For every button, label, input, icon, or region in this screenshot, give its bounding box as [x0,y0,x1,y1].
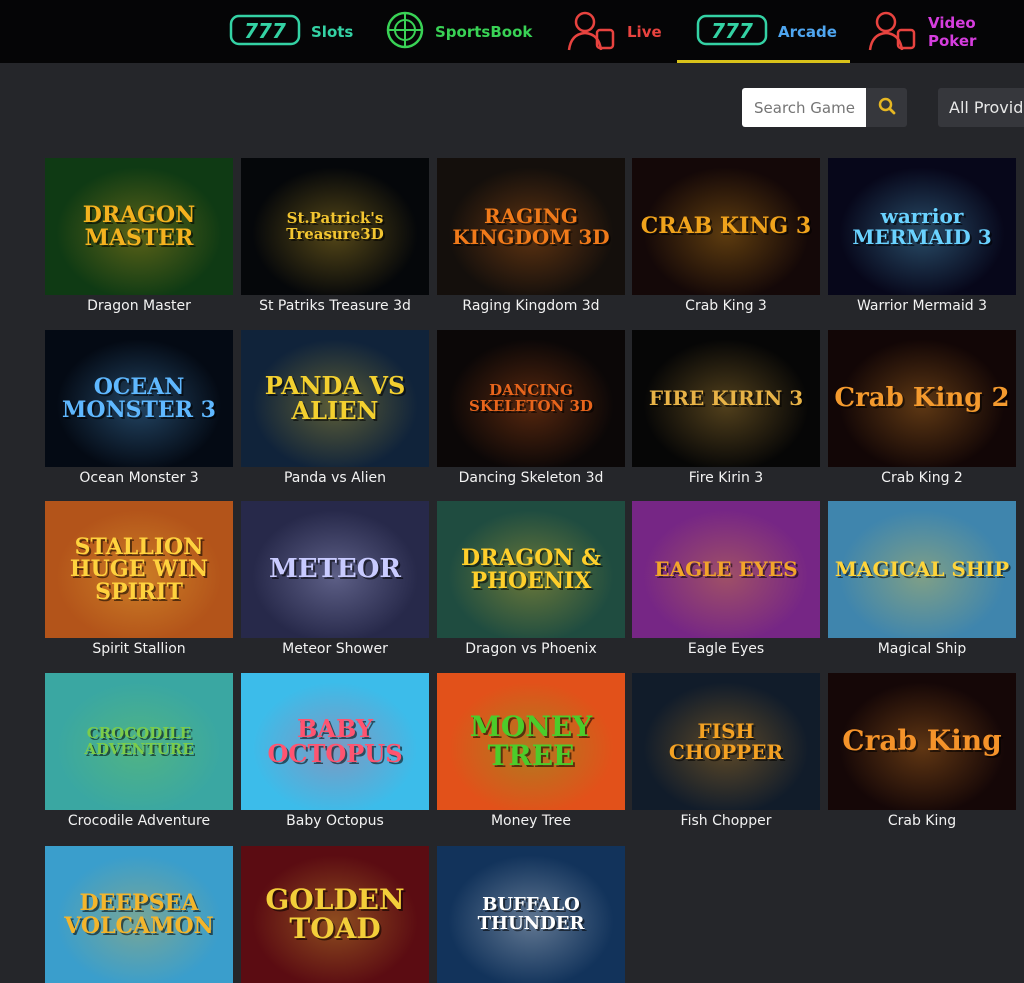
game-thumbnail[interactable]: GOLDEN TOAD [241,846,429,983]
game-tile[interactable]: St.Patrick's Treasure3D St Patriks Treasu… [241,158,429,314]
game-tile[interactable]: MAGICAL SHIP Magical Ship [828,501,1016,657]
game-logo-art: St.Patrick's Treasure3D [286,209,384,243]
game-tile[interactable]: METEOR Meteor Shower [241,501,429,657]
game-title[interactable]: Eagle Eyes [632,641,820,657]
game-logo-art: GOLDEN TOAD [265,882,405,945]
game-thumbnail[interactable]: FISH CHOPPER [632,673,820,810]
game-title[interactable]: Crab King [828,813,1016,829]
game-title[interactable]: Dragon Master [45,298,233,314]
game-tile[interactable]: CROCODILE ADVENTURE Crocodile Adventure [45,673,233,829]
game-thumbnail[interactable]: DANCING SKELETON 3D [437,330,625,467]
game-thumbnail[interactable]: CROCODILE ADVENTURE [45,673,233,810]
game-tile[interactable]: Crab King Crab King [828,673,1016,829]
game-tile[interactable]: RAGING KINGDOM 3D Raging Kingdom 3d [437,158,625,314]
game-title[interactable]: Fire Kirin 3 [632,470,820,486]
game-logo-art: EAGLE EYES [654,557,798,582]
game-title[interactable]: Spirit Stallion [45,641,233,657]
game-title[interactable]: Warrior Mermaid 3 [828,298,1016,314]
game-tile[interactable]: FISH CHOPPER Fish Chopper [632,673,820,829]
game-thumbnail[interactable]: DRAGON MASTER [45,158,233,295]
game-logo-art: CRAB KING 3 [640,213,812,240]
game-logo-art: DANCING SKELETON 3D [469,381,593,415]
game-tile[interactable]: BUFFALO THUNDER [437,846,625,983]
game-logo-art: Crab King 2 [834,383,1010,414]
game-thumbnail[interactable]: EAGLE EYES [632,501,820,638]
game-tile[interactable]: OCEAN MONSTER 3 Ocean Monster 3 [45,330,233,486]
game-logo-art: DRAGON & PHOENIX [460,545,601,594]
game-logo-art: METEOR [268,554,402,585]
game-thumbnail[interactable]: St.Patrick's Treasure3D [241,158,429,295]
game-thumbnail[interactable]: CRAB KING 3 [632,158,820,295]
game-title[interactable]: Dragon vs Phoenix [437,641,625,657]
game-thumbnail[interactable]: PANDA VS ALIEN [241,330,429,467]
game-logo-art: CROCODILE ADVENTURE [84,724,194,758]
game-thumbnail[interactable]: STALLION HUGE WIN SPIRIT [45,501,233,638]
game-thumbnail[interactable]: METEOR [241,501,429,638]
game-tile[interactable]: PANDA VS ALIEN Panda vs Alien [241,330,429,486]
game-thumbnail[interactable]: Crab King 2 [828,330,1016,467]
game-tile[interactable]: Crab King 2 Crab King 2 [828,330,1016,486]
game-thumbnail[interactable]: DEEPSEA VOLCAMON [45,846,233,983]
game-tile[interactable]: DRAGON & PHOENIX Dragon vs Phoenix [437,501,625,657]
game-logo-art: BABY OCTOPUS [267,714,403,768]
game-logo-art: FIRE KIRIN 3 [648,386,804,411]
game-title[interactable]: Baby Octopus [241,813,429,829]
game-thumbnail[interactable]: MAGICAL SHIP [828,501,1016,638]
game-tile[interactable]: FIRE KIRIN 3 Fire Kirin 3 [632,330,820,486]
game-title[interactable]: Meteor Shower [241,641,429,657]
game-thumbnail[interactable]: warrior MERMAID 3 [828,158,1016,295]
game-title[interactable]: Ocean Monster 3 [45,470,233,486]
game-title[interactable]: Crab King 2 [828,470,1016,486]
game-tile[interactable]: DANCING SKELETON 3D Dancing Skeleton 3d [437,330,625,486]
game-title[interactable]: Panda vs Alien [241,470,429,486]
game-thumbnail[interactable]: Crab King [828,673,1016,810]
game-tile[interactable]: EAGLE EYES Eagle Eyes [632,501,820,657]
game-logo-art: RAGING KINGDOM 3D [452,204,610,249]
game-title[interactable]: Dancing Skeleton 3d [437,470,625,486]
game-thumbnail[interactable]: RAGING KINGDOM 3D [437,158,625,295]
game-thumbnail[interactable]: BUFFALO THUNDER [437,846,625,983]
game-logo-art: FISH CHOPPER [668,719,784,764]
game-thumbnail[interactable]: DRAGON & PHOENIX [437,501,625,638]
game-thumbnail[interactable]: FIRE KIRIN 3 [632,330,820,467]
game-title[interactable]: Raging Kingdom 3d [437,298,625,314]
game-tile[interactable]: BABY OCTOPUS Baby Octopus [241,673,429,829]
game-logo-art: BUFFALO THUNDER [477,894,585,934]
game-tile[interactable]: DRAGON MASTER Dragon Master [45,158,233,314]
game-thumbnail[interactable]: BABY OCTOPUS [241,673,429,810]
game-tile[interactable]: CRAB KING 3 Crab King 3 [632,158,820,314]
game-title[interactable]: St Patriks Treasure 3d [241,298,429,314]
game-tile[interactable]: STALLION HUGE WIN SPIRIT Spirit Stallion [45,501,233,657]
game-grid: DRAGON MASTER Dragon Master St.Patrick's T… [0,0,1024,983]
game-title[interactable]: Fish Chopper [632,813,820,829]
game-logo-art: warrior MERMAID 3 [852,204,992,249]
game-logo-art: MONEY TREE [469,709,593,772]
game-tile[interactable]: DEEPSEA VOLCAMON [45,846,233,983]
game-tile[interactable]: warrior MERMAID 3 Warrior Mermaid 3 [828,158,1016,314]
game-logo-art: DEEPSEA VOLCAMON [64,890,214,939]
game-logo-art: STALLION HUGE WIN SPIRIT [69,533,209,605]
game-tile[interactable]: MONEY TREE Money Tree [437,673,625,829]
game-title[interactable]: Money Tree [437,813,625,829]
game-title[interactable]: Crab King 3 [632,298,820,314]
game-title[interactable]: Crocodile Adventure [45,813,233,829]
game-logo-art: DRAGON MASTER [82,202,196,251]
game-title[interactable]: Magical Ship [828,641,1016,657]
game-logo-art: MAGICAL SHIP [834,557,1010,582]
game-logo-art: Crab King [842,724,1002,758]
game-thumbnail[interactable]: MONEY TREE [437,673,625,810]
game-tile[interactable]: GOLDEN TOAD [241,846,429,983]
game-logo-art: PANDA VS ALIEN [264,371,406,425]
game-thumbnail[interactable]: OCEAN MONSTER 3 [45,330,233,467]
game-logo-art: OCEAN MONSTER 3 [62,374,216,423]
